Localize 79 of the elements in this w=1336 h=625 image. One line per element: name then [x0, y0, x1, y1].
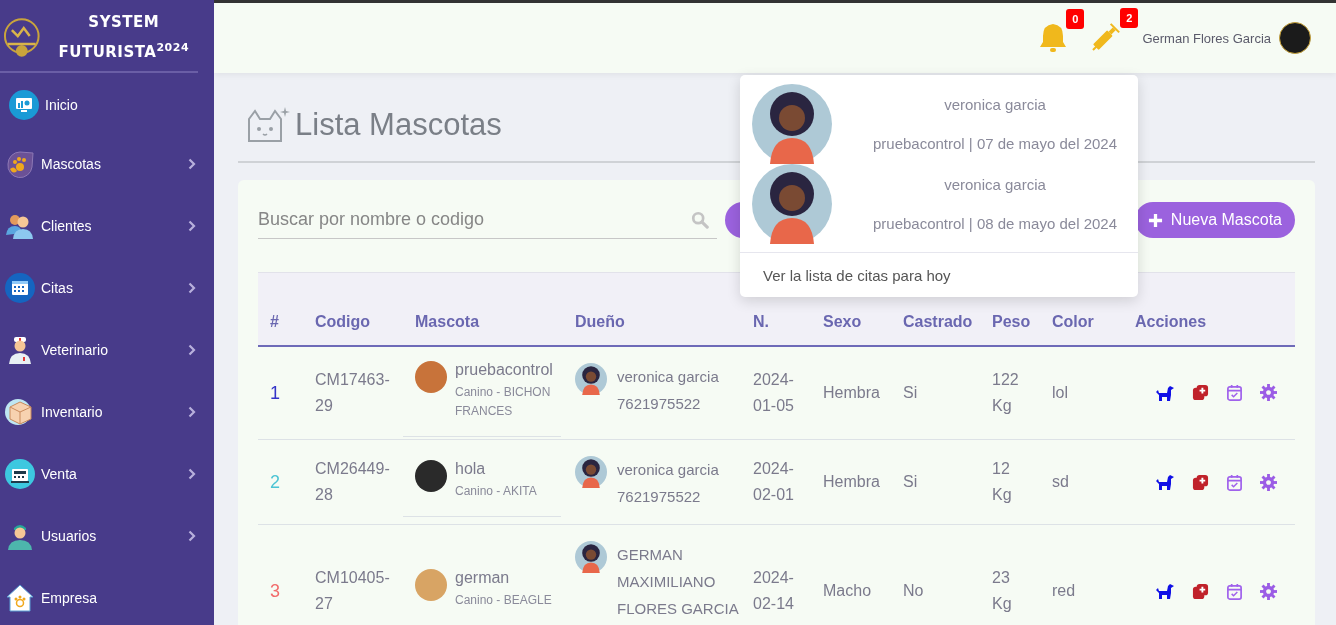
search-icon [691, 211, 709, 229]
owner-avatar [575, 362, 607, 395]
gear-icon[interactable] [1260, 384, 1277, 402]
gear-icon[interactable] [1260, 473, 1277, 491]
column-header: Codigo [315, 272, 415, 346]
table-cell: CM26449-28 [315, 439, 415, 525]
cash-register-icon [5, 459, 35, 489]
page-title: Lista Mascotas [295, 107, 502, 143]
user-name: German Flores Garcia [1142, 30, 1271, 46]
table-cell: 2024-02-01 [753, 439, 823, 525]
sidebar-item[interactable]: Venta [0, 443, 214, 505]
appointment-detail: pruebacontrol | 07 de mayo del 2024 [871, 135, 1119, 152]
calendar-check-icon[interactable] [1226, 384, 1243, 402]
table-cell: 2024-02-14 [753, 524, 823, 625]
pet-photo-placeholder [415, 459, 447, 492]
pet-photo-placeholder [415, 568, 447, 601]
sidebar-item[interactable]: Empresa [0, 567, 214, 625]
owner-name: veronica garcia 7621975522 [617, 460, 720, 507]
sidebar-item[interactable]: Clientes [0, 195, 214, 257]
notification-count: 2 [1120, 8, 1139, 28]
column-header: Dueño [575, 272, 753, 346]
dog-icon[interactable] [1155, 582, 1175, 600]
medical-plus-icon[interactable] [1192, 582, 1209, 600]
table-cell: 122 Kg [992, 345, 1052, 440]
pet-breed: Canino - AKITA [455, 482, 537, 500]
brand-title: SYSTEM FUTURISTA$^{2024}$ [57, 12, 191, 63]
column-header: Acciones [1135, 272, 1295, 346]
dog-icon[interactable] [1155, 383, 1175, 402]
sidebar-item[interactable]: Usuarios [0, 505, 214, 567]
table-cell: Si [903, 439, 992, 525]
table-cell: 23 Kg [992, 524, 1052, 625]
box-icon [5, 397, 35, 427]
medical-plus-icon[interactable] [1192, 473, 1209, 491]
user-logo-placeholder[interactable] [1279, 22, 1311, 54]
table-cell: No [903, 524, 992, 625]
calendar-icon [5, 273, 35, 303]
dog-icon[interactable] [1155, 473, 1175, 491]
appointment-detail: pruebacontrol | 08 de mayo del 2024 [871, 215, 1119, 232]
table-cell: Hembra [823, 439, 903, 525]
pet-photo-placeholder [415, 360, 447, 393]
gear-icon[interactable] [1260, 582, 1277, 600]
row-number: 2 [258, 439, 315, 525]
owner-name: GERMAN MAXIMILIANO FLORES GARCIA [617, 545, 740, 619]
table-cell: lol [1052, 345, 1135, 440]
monitor-icon [9, 90, 39, 120]
search-field[interactable]: Buscar por nombre o codigo [258, 201, 717, 239]
row-number: 1 [258, 345, 315, 440]
sidebar-item[interactable]: Inventario [0, 381, 214, 443]
plus-icon [1147, 212, 1163, 228]
client-name: veronica garcia [943, 176, 1047, 193]
owner-name: veronica garcia 7621975522 [617, 366, 720, 414]
owner-avatar [575, 541, 607, 573]
table-cell: sd [1052, 439, 1135, 525]
table-cell: Macho [823, 524, 903, 625]
pet-name: pruebacontrol [455, 359, 554, 380]
client-name: veronica garcia [943, 96, 1047, 113]
table-cell: 12 Kg [992, 439, 1052, 525]
sidebar-item[interactable]: Veterinario [0, 319, 214, 381]
pet-breed: Canino - BEAGLE [455, 591, 552, 609]
row-number: 3 [258, 524, 315, 625]
table-cell: Si [903, 345, 992, 440]
pet-name: hola [455, 458, 487, 479]
calendar-check-icon[interactable] [1226, 582, 1243, 600]
owner-avatar [575, 456, 607, 488]
column-header: # [258, 272, 315, 346]
pet-breed: Canino - BICHON FRANCES [455, 383, 552, 420]
medical-plus-icon[interactable] [1192, 384, 1209, 402]
table-cell: CM17463-29 [315, 345, 415, 440]
calendar-check-icon[interactable] [1226, 473, 1243, 491]
notification-count: 0 [1066, 9, 1085, 29]
table-cell: Hembra [823, 345, 903, 440]
column-header: Mascota [415, 272, 575, 346]
table-cell: 2024-01-05 [753, 345, 823, 440]
house-icon [5, 583, 35, 613]
sidebar-item[interactable]: Citas [0, 257, 214, 319]
table-cell: red [1052, 524, 1135, 625]
paw-icon [5, 149, 35, 179]
table-cell: CM10405-27 [315, 524, 415, 625]
pet-name: german [455, 567, 511, 588]
